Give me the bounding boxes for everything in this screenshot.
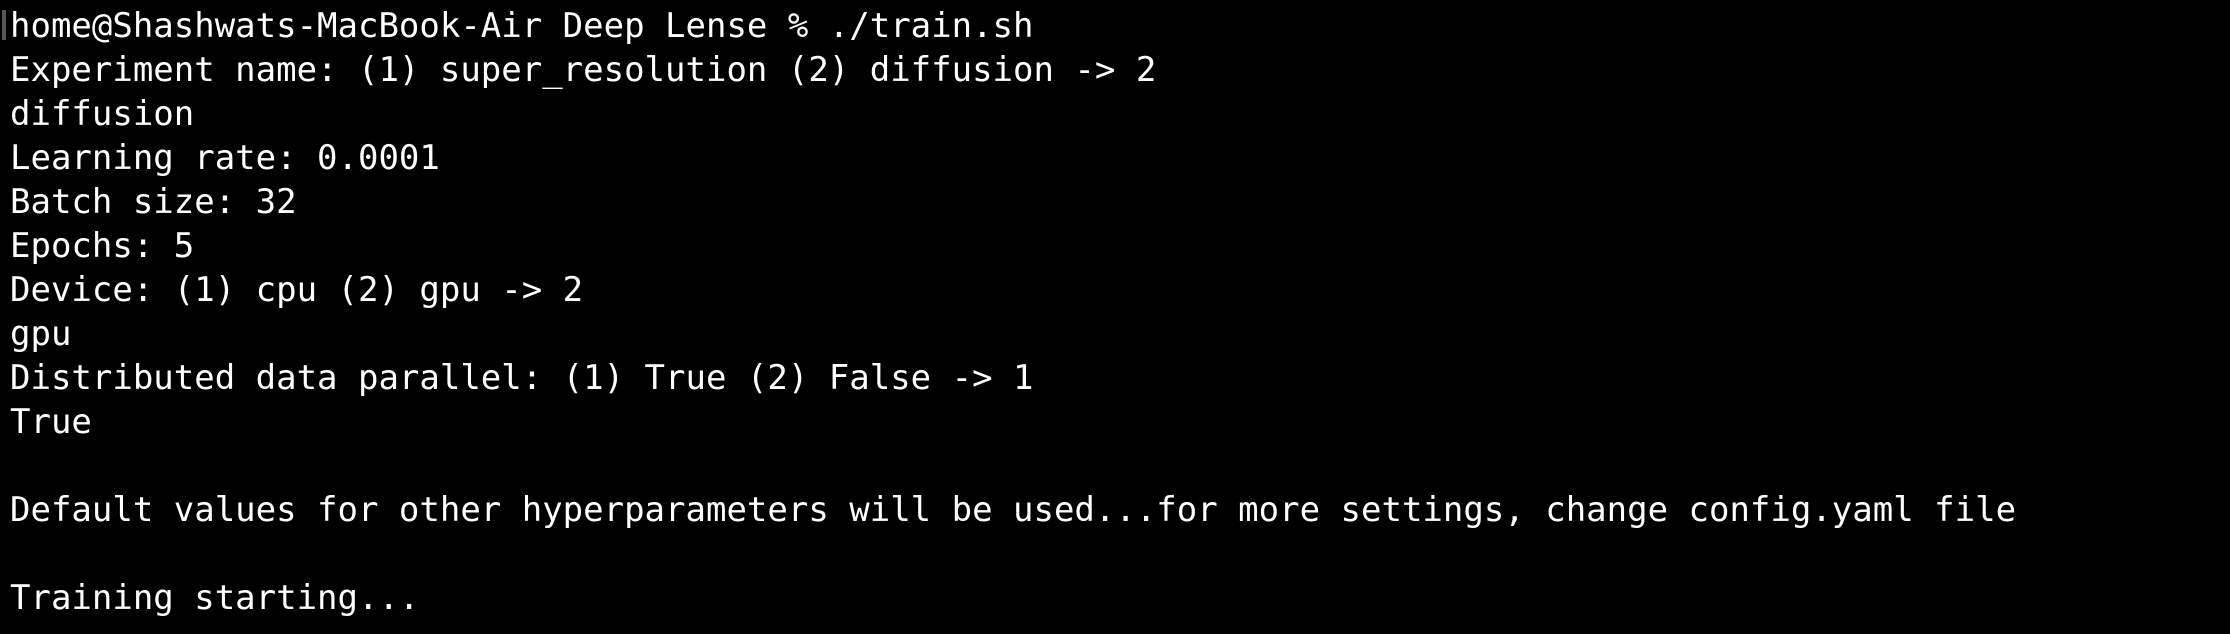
terminal-line-ddp-value: True	[10, 402, 92, 442]
terminal-line-prompt-command: home@Shashwats-MacBook-Air Deep Lense % …	[10, 6, 1034, 46]
prompt-cursor-marker	[2, 10, 6, 40]
terminal-line-defaults-notice: Default values for other hyperparameters…	[10, 490, 2017, 530]
terminal-line-epochs: Epochs: 5	[10, 226, 195, 266]
terminal-line-experiment-value: diffusion	[10, 94, 195, 134]
terminal-line-learning-rate: Learning rate: 0.0001	[10, 138, 440, 178]
terminal-line-device-value: gpu	[10, 314, 72, 354]
terminal-line-experiment-name: Experiment name: (1) super_resolution (2…	[10, 50, 1157, 90]
terminal-line-batch-size: Batch size: 32	[10, 182, 297, 222]
terminal-line-training-status: Training starting...	[10, 578, 420, 618]
terminal-line-device: Device: (1) cpu (2) gpu -> 2	[10, 270, 584, 310]
terminal-line-ddp: Distributed data parallel: (1) True (2) …	[10, 358, 1034, 398]
terminal-window[interactable]: home@Shashwats-MacBook-Air Deep Lense % …	[0, 0, 2230, 634]
